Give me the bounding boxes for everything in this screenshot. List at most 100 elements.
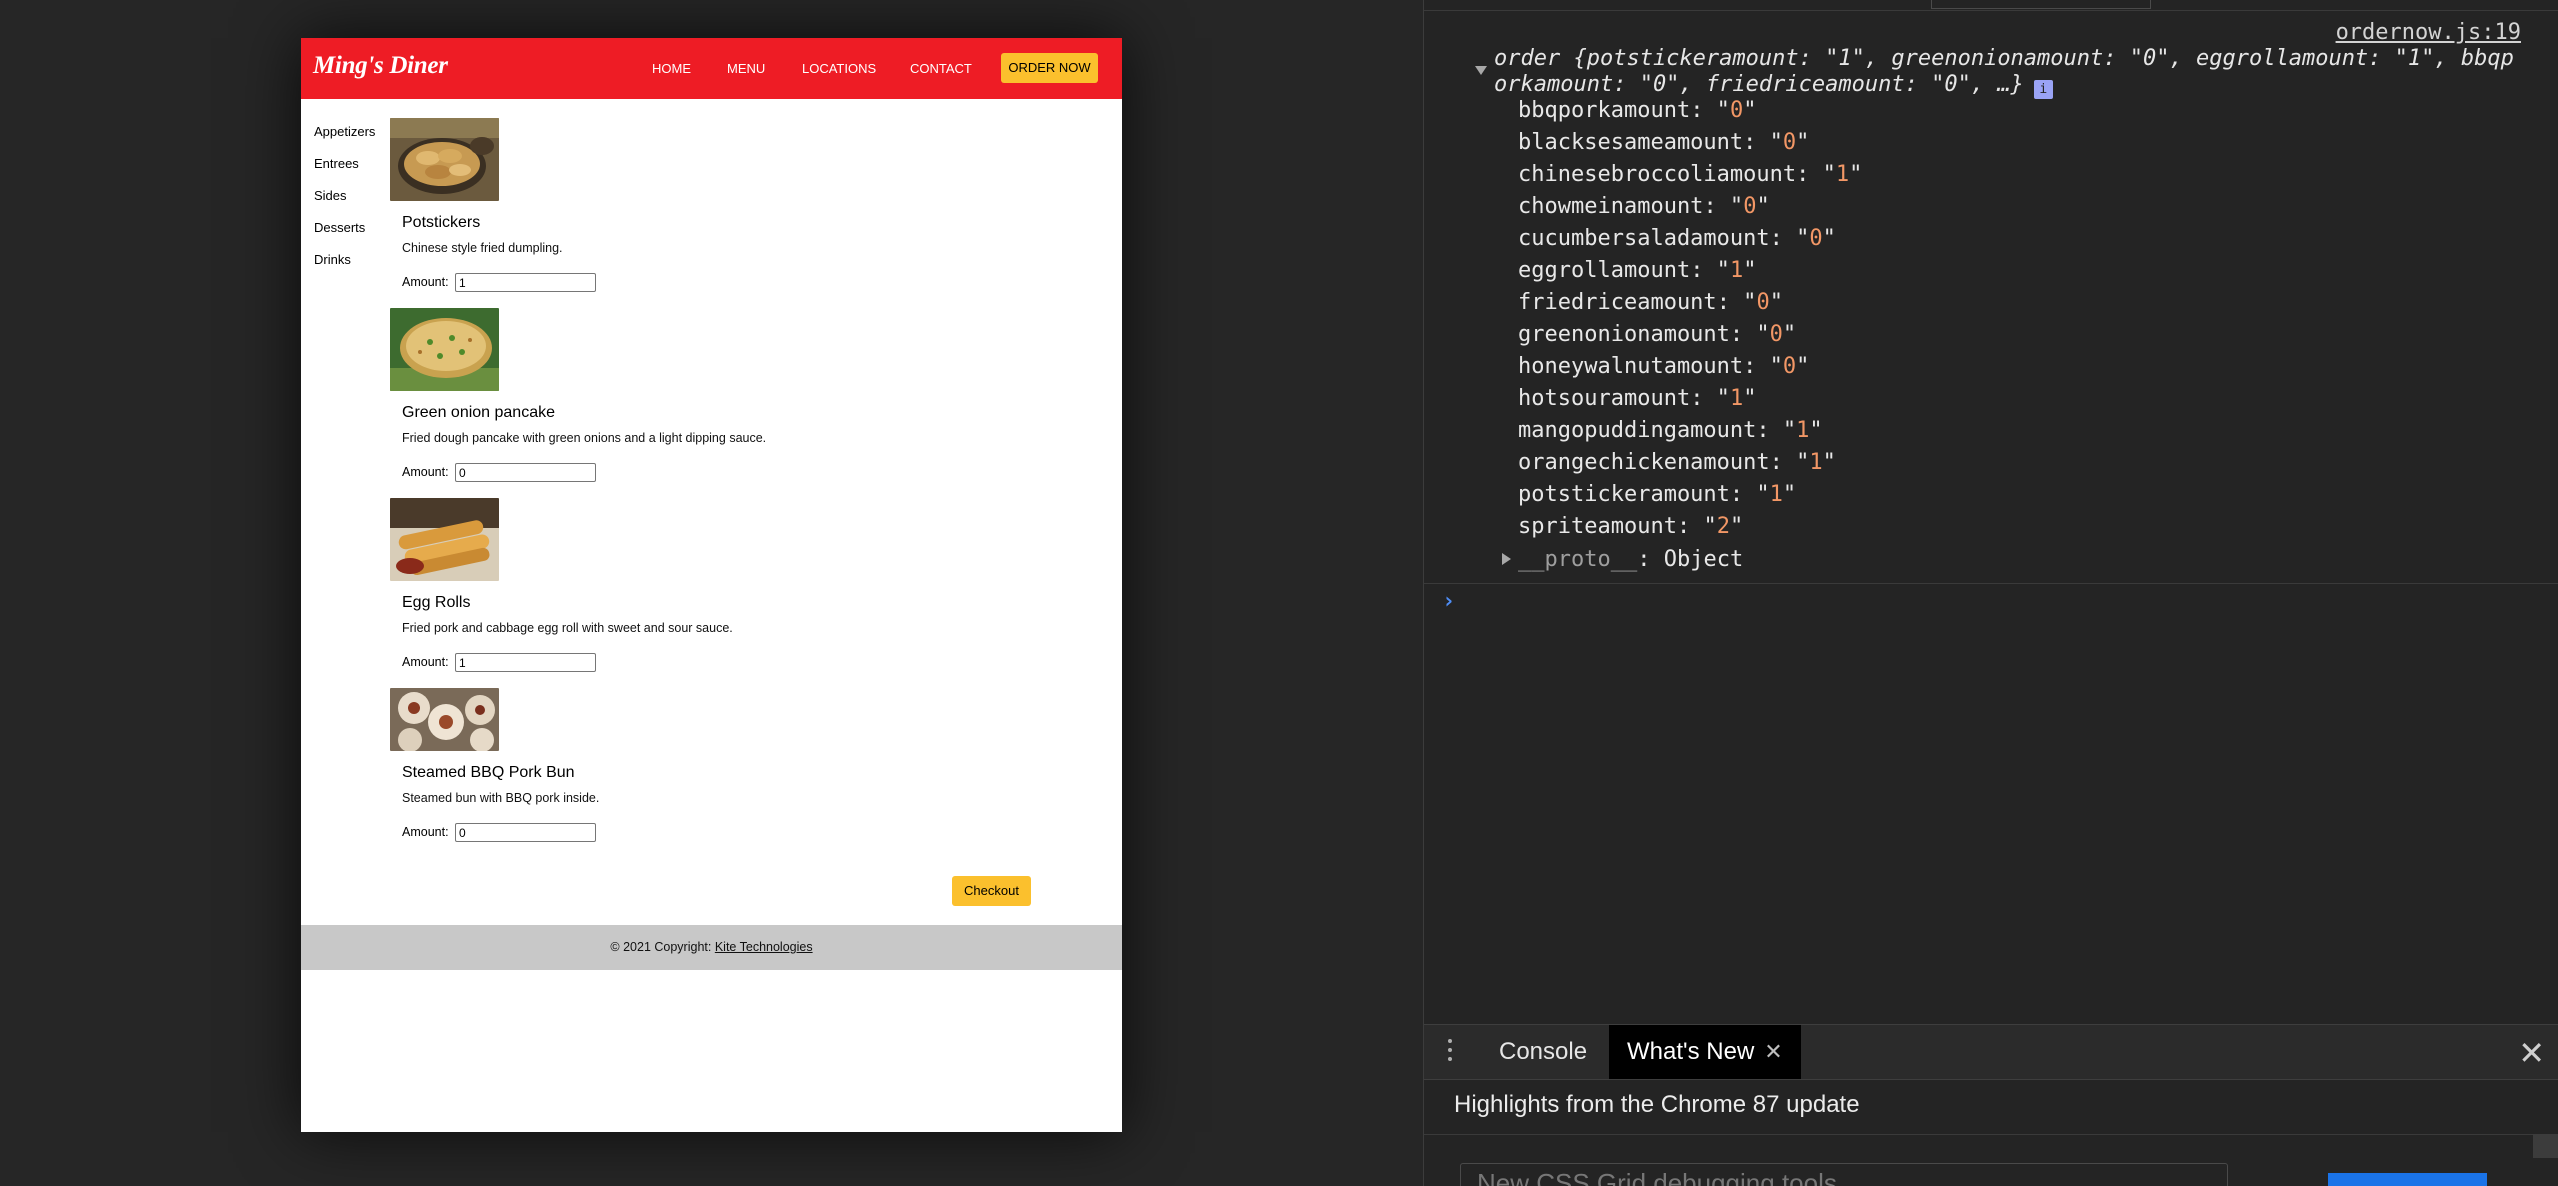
proto-key: __proto__: [1518, 547, 1638, 572]
copyright-text: © 2021 Copyright:: [610, 940, 715, 954]
item-name: Egg Rolls: [402, 594, 471, 611]
property-row[interactable]: bbqporkamount: "0": [1518, 98, 1756, 123]
property-key: potstickeramount: [1518, 482, 1730, 507]
tab-whats-new[interactable]: What's New ✕: [1609, 1025, 1801, 1079]
brand-logo[interactable]: Ming's Diner: [313, 52, 448, 80]
egg-rolls-amount-input[interactable]: [455, 653, 596, 672]
property-row[interactable]: hotsouramount: "1": [1518, 386, 1756, 411]
property-row[interactable]: mangopuddingamount: "1": [1518, 418, 1823, 443]
property-value: 2: [1716, 514, 1730, 539]
property-value: 0: [1769, 322, 1783, 347]
property-row[interactable]: cucumbersaladamount: "0": [1518, 226, 1836, 251]
close-tab-icon[interactable]: ✕: [1764, 1039, 1782, 1064]
category-desserts[interactable]: Desserts: [314, 220, 365, 235]
property-value: 0: [1756, 290, 1770, 315]
checkout-button[interactable]: Checkout: [952, 876, 1031, 906]
tab-whats-new-label: What's New: [1627, 1038, 1755, 1065]
property-value: 0: [1743, 194, 1757, 219]
item-description: Fried pork and cabbage egg roll with swe…: [402, 621, 733, 635]
potstickers-image: [390, 118, 499, 201]
property-key: greenonionamount: [1518, 322, 1730, 347]
order-now-button[interactable]: ORDER NOW: [1001, 53, 1098, 83]
item-description: Steamed bun with BBQ pork inside.: [402, 791, 600, 805]
property-value: 1: [1769, 482, 1783, 507]
whats-new-divider: [1424, 1134, 2558, 1135]
property-row[interactable]: honeywalnutamount: "0": [1518, 354, 1809, 379]
property-key: friedriceamount: [1518, 290, 1717, 315]
object-summary-line[interactable]: orkamount: "0", friedriceamount: "0", …}…: [1494, 72, 2053, 99]
proto-row[interactable]: __proto__: Object: [1502, 547, 1743, 572]
property-row[interactable]: chinesebroccoliamount: "1": [1518, 162, 1862, 187]
property-key: chowmeinamount: [1518, 194, 1704, 219]
property-key: cucumbersaladamount: [1518, 226, 1770, 251]
category-sides[interactable]: Sides: [314, 188, 347, 203]
item-name: Steamed BBQ Pork Bun: [402, 764, 575, 781]
property-row[interactable]: eggrollamount: "1": [1518, 258, 1756, 283]
amount-label: Amount:: [402, 825, 449, 839]
collapsed-triangle-icon[interactable]: [1502, 553, 1511, 565]
green-onion-pancake-image: [390, 308, 499, 391]
whats-new-title: Highlights from the Chrome 87 update: [1454, 1091, 1860, 1118]
green-onion-pancake-amount-input[interactable]: [455, 463, 596, 482]
bbq-pork-bun-amount-input[interactable]: [455, 823, 596, 842]
console-filter-input[interactable]: [1931, 0, 2151, 9]
category-entrees[interactable]: Entrees: [314, 156, 359, 171]
drawer-tab-bar: Console What's New ✕ ✕: [1424, 1024, 2558, 1080]
info-icon[interactable]: i: [2033, 80, 2053, 99]
amount-label: Amount:: [402, 655, 449, 669]
more-tabs-icon[interactable]: [1448, 1039, 1452, 1065]
site-footer: © 2021 Copyright: Kite Technologies: [301, 925, 1122, 970]
property-value: 0: [1782, 130, 1797, 155]
nav-home[interactable]: HOME: [652, 61, 691, 76]
console-prompt-icon[interactable]: ›: [1442, 589, 1455, 614]
amount-label: Amount:: [402, 465, 449, 479]
potstickers-amount-input[interactable]: [455, 273, 596, 292]
property-row[interactable]: orangechickenamount: "1": [1518, 450, 1836, 475]
site-header: Ming's Diner HOME MENU LOCATIONS CONTACT…: [301, 38, 1122, 99]
property-key: spriteamount: [1518, 514, 1677, 539]
proto-value: Object: [1663, 547, 1744, 572]
property-row[interactable]: chowmeinamount: "0": [1518, 194, 1770, 219]
devtools-toolbar-edge: [1424, 0, 2558, 11]
property-key: hotsouramount: [1518, 386, 1691, 411]
property-row[interactable]: greenonionamount: "0": [1518, 322, 1796, 347]
property-key: bbqporkamount: [1518, 98, 1691, 123]
category-appetizers[interactable]: Appetizers: [314, 124, 375, 139]
property-value: 1: [1729, 386, 1744, 411]
diner-web-page: Ming's Diner HOME MENU LOCATIONS CONTACT…: [301, 38, 1122, 1132]
item-description: Chinese style fried dumpling.: [402, 241, 563, 255]
devtools-panel: ordernow.js:19 order {potstickeramount: …: [1423, 0, 2558, 1186]
expand-triangle-icon[interactable]: [1475, 66, 1487, 75]
property-key: chinesebroccoliamount: [1518, 162, 1797, 187]
bbq-pork-bun-image: [390, 688, 499, 751]
property-row[interactable]: friedriceamount: "0": [1518, 290, 1783, 315]
scrollbar[interactable]: [2533, 1134, 2558, 1158]
property-row[interactable]: blacksesameamount: "0": [1518, 130, 1809, 155]
console-divider: [1424, 583, 2558, 584]
amount-label: Amount:: [402, 275, 449, 289]
property-key: blacksesameamount: [1518, 130, 1744, 155]
property-value: 1: [1809, 450, 1823, 475]
property-key: orangechickenamount: [1518, 450, 1770, 475]
object-summary-line[interactable]: order {potstickeramount: "1", greenonion…: [1494, 46, 2514, 71]
property-value: 1: [1796, 418, 1810, 443]
property-value: 1: [1835, 162, 1850, 187]
property-value: 0: [1729, 98, 1744, 123]
nav-locations[interactable]: LOCATIONS: [802, 61, 876, 76]
item-description: Fried dough pancake with green onions an…: [402, 431, 767, 445]
nav-menu[interactable]: MENU: [727, 61, 765, 76]
object-summary-text: orkamount: "0", friedriceamount: "0", …}: [1494, 72, 2024, 97]
nav-contact[interactable]: CONTACT: [910, 61, 972, 76]
property-row[interactable]: potstickeramount: "1": [1518, 482, 1796, 507]
company-link[interactable]: Kite Technologies: [715, 940, 813, 954]
whats-new-thumbnail: [2328, 1173, 2487, 1186]
whats-new-card[interactable]: New CSS Grid debugging tools: [1460, 1163, 2228, 1186]
property-value: 0: [1782, 354, 1797, 379]
tab-console[interactable]: Console: [1499, 1025, 1587, 1079]
property-row[interactable]: spriteamount: "2": [1518, 514, 1743, 539]
source-location-link[interactable]: ordernow.js:19: [2336, 20, 2521, 45]
item-name: Green onion pancake: [402, 404, 555, 421]
category-drinks[interactable]: Drinks: [314, 252, 351, 267]
property-key: mangopuddingamount: [1518, 418, 1757, 443]
close-drawer-icon[interactable]: ✕: [2518, 1034, 2545, 1072]
